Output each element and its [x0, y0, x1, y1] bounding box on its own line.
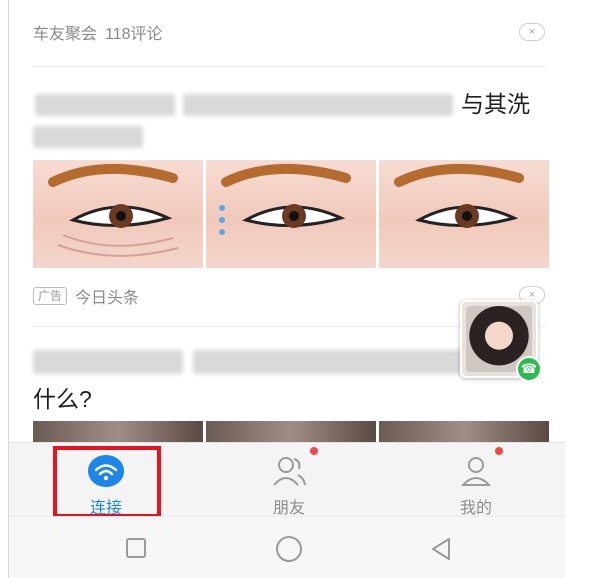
- card-source: 车友聚会: [33, 26, 98, 43]
- thumbnail-image: [33, 160, 203, 268]
- friends-icon: [273, 457, 306, 486]
- blurred-text: [35, 94, 175, 116]
- profile-icon: [460, 457, 492, 486]
- headline-visible-text: 与其洗: [461, 91, 530, 117]
- article-headline[interactable]: 什么?: [33, 380, 92, 414]
- card-meta: 车友聚会 118评论: [33, 20, 163, 44]
- phone-screen: 车友聚会 118评论 × 与其洗 广告 今日头条 × 什么? ☎ 连接 朋友 我…: [8, 0, 565, 578]
- ad-meta: 广告 今日头条: [33, 284, 139, 308]
- back-triangle-icon[interactable]: [429, 537, 453, 561]
- notification-badge: [310, 447, 318, 455]
- blurred-text: [33, 350, 183, 374]
- thumbnail-image: [206, 160, 376, 268]
- circle-icon[interactable]: [275, 535, 303, 563]
- tab-label: 朋友: [272, 500, 305, 517]
- article-headline[interactable]: 与其洗: [33, 88, 549, 152]
- thumbnail-image: [33, 421, 203, 442]
- blurred-text: [183, 94, 453, 116]
- highlight-box: [53, 446, 161, 518]
- system-navigation-bar: [9, 516, 565, 578]
- tab-profile[interactable]: 我的: [421, 443, 531, 517]
- thumbnail-image: [206, 421, 376, 442]
- bottom-tab-bar: 连接 朋友 我的: [9, 442, 565, 518]
- comment-count: 118评论: [105, 26, 163, 43]
- blurred-text: [33, 126, 143, 148]
- tab-label: 我的: [459, 500, 492, 517]
- card-source: 今日头条: [75, 290, 140, 307]
- article-thumbnails[interactable]: [33, 421, 549, 442]
- ad-badge: 广告: [33, 287, 68, 305]
- divider: [33, 66, 546, 67]
- phone-icon[interactable]: ☎: [516, 356, 542, 382]
- dismiss-button[interactable]: ×: [519, 23, 545, 41]
- thumbnail-image: [379, 160, 549, 268]
- tab-friends[interactable]: 朋友: [234, 443, 344, 517]
- square-icon[interactable]: [125, 537, 147, 559]
- notification-badge: [495, 447, 503, 455]
- blurred-text: [193, 350, 463, 374]
- floating-call-bubble[interactable]: ☎: [460, 300, 542, 382]
- article-thumbnails[interactable]: [33, 160, 549, 268]
- thumbnail-image: [379, 421, 549, 442]
